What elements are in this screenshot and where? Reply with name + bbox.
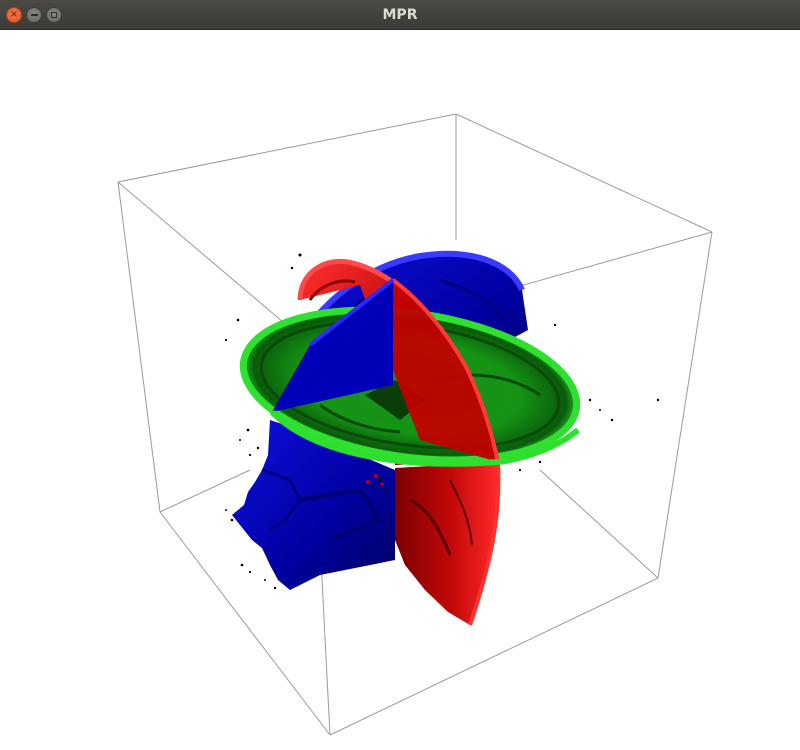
- sagittal-plane-lower: [395, 461, 501, 626]
- title-bar[interactable]: × MPR: [0, 0, 800, 30]
- window-title: MPR: [382, 7, 418, 23]
- app-window: × MPR: [0, 0, 800, 750]
- render-viewport[interactable]: [0, 30, 800, 750]
- mpr-scene: [117, 113, 713, 736]
